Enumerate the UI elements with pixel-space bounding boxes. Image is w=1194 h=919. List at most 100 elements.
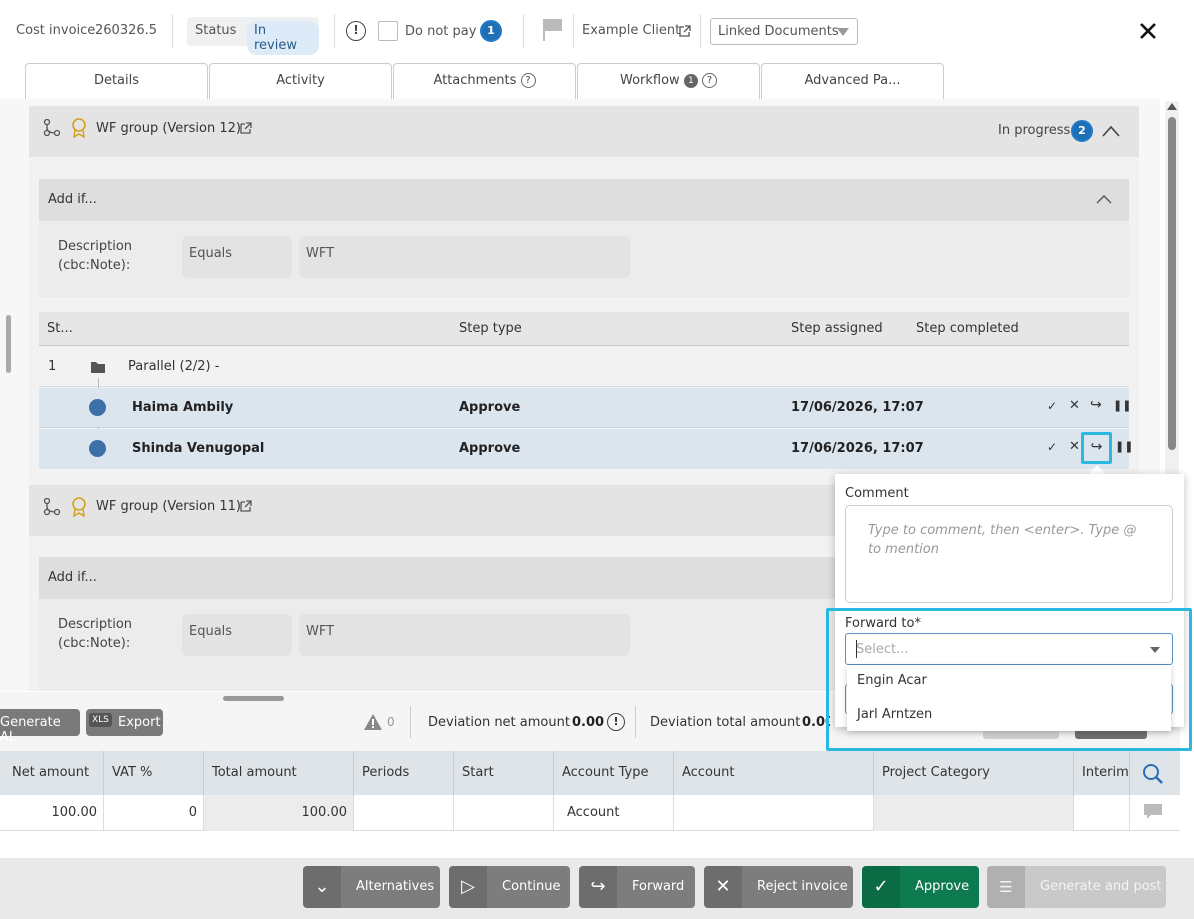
wf-group-status: In progress xyxy=(998,123,1071,138)
col-total-amount[interactable]: Total amount xyxy=(204,751,354,795)
tab-attachments[interactable]: Attachments ? xyxy=(393,63,576,99)
col-net-amount[interactable]: Net amount xyxy=(4,751,104,795)
reject-step-icon[interactable]: ✕ xyxy=(1069,439,1080,454)
tab-details[interactable]: Details xyxy=(25,63,208,99)
condition-value[interactable]: WFT xyxy=(299,614,630,656)
folder-icon xyxy=(91,362,105,373)
add-if-header[interactable]: Add if... xyxy=(39,179,1129,221)
tab-label: Workflow xyxy=(620,73,680,88)
col-account[interactable]: Account xyxy=(674,751,874,795)
continue-button[interactable]: ▷ Continue xyxy=(449,866,570,908)
table-row[interactable]: Haima Ambily Approve 17/06/2026, 17:07 ✓… xyxy=(39,388,1131,428)
col-periods[interactable]: Periods xyxy=(354,751,454,795)
client-name[interactable]: Example Client xyxy=(582,23,680,38)
col-vat[interactable]: VAT % xyxy=(104,751,204,795)
external-link-icon[interactable] xyxy=(239,499,253,513)
status-badge: In review xyxy=(247,21,319,55)
approve-button[interactable]: ✓ Approve xyxy=(862,866,979,908)
tab-label: Activity xyxy=(276,73,325,88)
tab-advanced[interactable]: Advanced Pa... xyxy=(761,63,944,99)
cell-net-amount[interactable]: 100.00 xyxy=(4,795,104,831)
focus-highlight xyxy=(826,608,1192,751)
generate-al-button[interactable]: Generate AL xyxy=(0,709,80,745)
award-icon xyxy=(72,118,86,138)
forward-step-icon[interactable]: ↪ xyxy=(1090,397,1102,413)
forward-step-icon[interactable]: ↪ xyxy=(1081,432,1112,464)
table-row[interactable]: 1 Parallel (2/2) - xyxy=(39,347,1129,387)
linked-documents-select[interactable]: Linked Documents xyxy=(710,18,858,45)
button-label: Alternatives xyxy=(356,879,435,894)
left-scroll-handle[interactable] xyxy=(6,315,11,373)
chevron-down-icon xyxy=(837,28,849,36)
cell-total-amount: 100.00 xyxy=(204,795,354,831)
cell-project-category xyxy=(874,795,1074,831)
external-link-icon[interactable] xyxy=(239,121,253,135)
flag-icon[interactable] xyxy=(541,17,565,43)
pause-step-icon[interactable]: ❚❚ xyxy=(1113,399,1131,412)
comment-icon[interactable] xyxy=(1143,803,1163,821)
step-type: Approve xyxy=(459,400,521,415)
table-row[interactable]: Shinda Venugopal Approve 17/06/2026, 17:… xyxy=(39,429,1133,469)
deviation-net-value: 0.00 xyxy=(572,715,605,730)
col-step[interactable]: St... xyxy=(47,321,73,336)
cell-periods[interactable] xyxy=(354,795,454,831)
cell-interim[interactable] xyxy=(1074,795,1130,831)
button-label: Approve xyxy=(915,879,970,894)
button-label: Export xyxy=(118,715,161,730)
scrollbar-thumb[interactable] xyxy=(1168,117,1176,450)
approve-step-icon[interactable]: ✓ xyxy=(1047,440,1057,454)
cell-account[interactable] xyxy=(674,795,874,831)
condition-operator[interactable]: Equals xyxy=(182,614,292,656)
wf-group-title: WF group (Version 12) xyxy=(96,121,241,136)
cell-account-type[interactable]: Account xyxy=(554,795,674,831)
col-account-type[interactable]: Account Type xyxy=(554,751,674,795)
lines-grid-header: Net amount VAT % Total amount Periods St… xyxy=(0,751,1180,795)
resize-handle[interactable] xyxy=(223,696,284,701)
status-label: Status xyxy=(195,23,237,38)
cell-vat[interactable]: 0 xyxy=(104,795,204,831)
scroll-up-icon[interactable] xyxy=(1167,103,1177,110)
generate-and-post-button[interactable]: ☰ Generate and post xyxy=(987,866,1166,908)
chevron-up-icon[interactable] xyxy=(1101,124,1121,138)
table-row[interactable]: 100.00 0 100.00 Account xyxy=(0,795,1180,831)
wf-group-title: WF group (Version 11) xyxy=(96,499,241,514)
col-step-type[interactable]: Step type xyxy=(459,321,522,336)
cell-start[interactable] xyxy=(454,795,554,831)
forward-button[interactable]: ↪ Forward xyxy=(579,866,695,908)
info-icon[interactable]: ! xyxy=(607,713,625,731)
step-type: Approve xyxy=(459,441,521,456)
condition-label-field: (cbc:Note): xyxy=(58,258,131,273)
tab-activity[interactable]: Activity xyxy=(209,63,392,99)
approve-step-icon[interactable]: ✓ xyxy=(1047,399,1057,413)
do-not-pay-checkbox[interactable] xyxy=(378,21,398,41)
search-icon[interactable] xyxy=(1142,763,1164,785)
condition-operator[interactable]: Equals xyxy=(182,236,292,278)
reject-invoice-button[interactable]: ✕ Reject invoice xyxy=(704,866,853,908)
alert-icon[interactable]: ! xyxy=(346,21,366,41)
tab-workflow[interactable]: Workflow 1 ? xyxy=(577,63,760,99)
col-interim[interactable]: Interim xyxy=(1074,751,1130,795)
wf-group-header[interactable]: WF group (Version 12) In progress 2 xyxy=(29,106,1139,157)
chevron-down-icon: ⌄ xyxy=(303,866,341,908)
deviation-net-label: Deviation net amount xyxy=(428,715,570,730)
comment-textarea[interactable]: Type to comment, then <enter>. Type @ to… xyxy=(845,505,1173,603)
reject-step-icon[interactable]: ✕ xyxy=(1069,398,1080,413)
export-button[interactable]: XLS Export xyxy=(86,709,163,736)
pause-step-icon[interactable]: ❚❚ xyxy=(1115,440,1133,453)
col-project-category[interactable]: Project Category xyxy=(874,751,1074,795)
col-start[interactable]: Start xyxy=(454,751,554,795)
assignee-name: Haima Ambily xyxy=(132,400,234,415)
workflow-icon xyxy=(43,498,61,516)
forward-icon: ↪ xyxy=(579,866,617,908)
notification-count-badge[interactable]: 1 xyxy=(480,20,502,42)
condition-value[interactable]: WFT xyxy=(299,236,630,278)
alternatives-button[interactable]: ⌄ Alternatives xyxy=(303,866,440,908)
do-not-pay-label: Do not pay xyxy=(405,24,477,39)
col-step-assigned[interactable]: Step assigned xyxy=(791,321,883,336)
external-link-icon[interactable] xyxy=(678,24,692,38)
col-step-completed[interactable]: Step completed xyxy=(916,321,1019,336)
invoice-type-label: Cost invoice xyxy=(16,23,96,38)
close-icon[interactable] xyxy=(1138,21,1158,41)
chevron-up-icon[interactable] xyxy=(1095,193,1113,205)
linked-documents-label: Linked Documents xyxy=(718,24,839,39)
